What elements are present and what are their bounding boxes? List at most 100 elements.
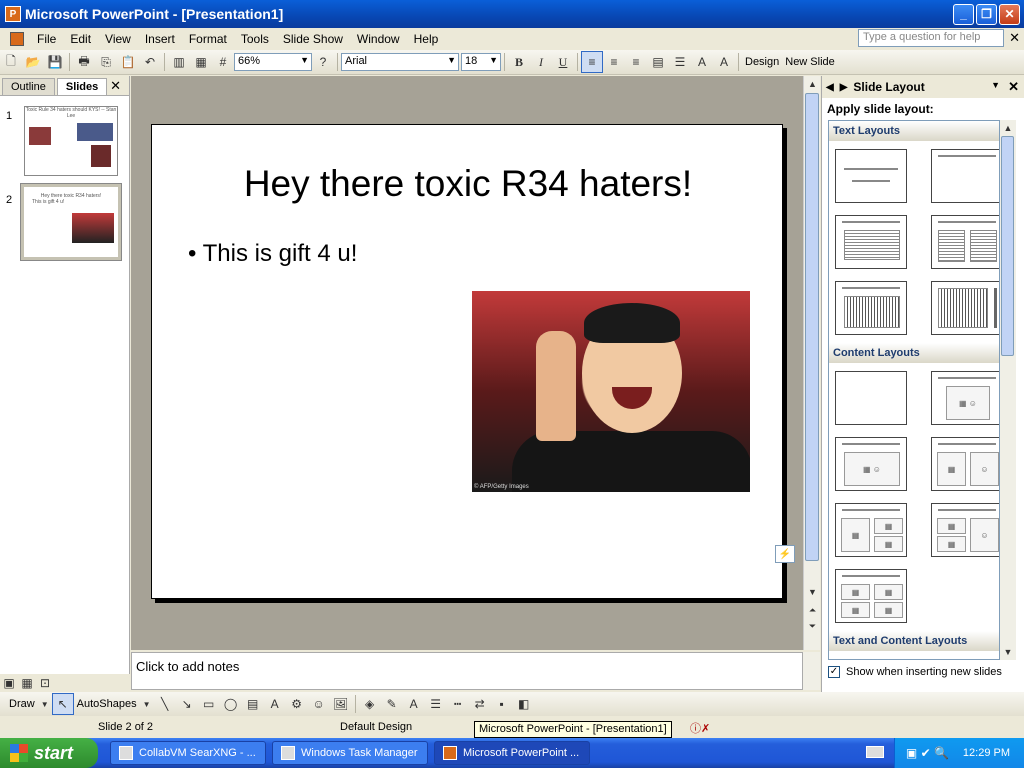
slide-canvas[interactable]: Hey there toxic R34 haters! • This is gi… xyxy=(151,124,795,599)
slide-thumbnail[interactable]: Toxic Rule 34 haters should KYS! -- Stan… xyxy=(24,106,118,176)
chevron-down-icon[interactable]: ▼ xyxy=(991,80,1000,90)
arrow-icon[interactable]: ↘ xyxy=(176,693,198,715)
save-icon[interactable]: 💾 xyxy=(44,51,66,73)
show-when-inserting-checkbox[interactable]: ✓ xyxy=(828,666,840,678)
back-icon[interactable]: ◀ xyxy=(826,82,834,93)
autoshapes-menu-button[interactable]: AutoShapes xyxy=(74,698,140,710)
new-icon[interactable]: 🗋 xyxy=(0,51,22,73)
layout-title-only[interactable] xyxy=(931,149,999,203)
chevron-down-icon[interactable]: ▼ xyxy=(38,693,52,715)
slide-image[interactable]: © AFP/Getty Images xyxy=(472,291,750,492)
layout-title-text[interactable] xyxy=(835,215,907,269)
next-slide-icon[interactable]: ⏷ xyxy=(804,618,821,634)
grid-icon[interactable]: # xyxy=(212,51,234,73)
zoom-select[interactable]: 66% ▼ xyxy=(234,53,312,71)
wordart-icon[interactable]: A xyxy=(264,693,286,715)
keyboard-icon[interactable] xyxy=(866,746,884,758)
help-search-input[interactable]: Type a question for help xyxy=(858,29,1004,47)
taskbar-item-task-manager[interactable]: Windows Task Manager xyxy=(272,741,428,765)
bullets-icon[interactable]: ☰ xyxy=(669,51,691,73)
restore-button[interactable]: ❐ xyxy=(976,3,997,25)
line-color-icon[interactable]: ✎ xyxy=(381,693,403,715)
slide-scrollbar[interactable]: ▲ ▼ ⏶ ⏷ xyxy=(803,76,820,650)
undo-icon[interactable]: ↶ xyxy=(139,51,161,73)
pane-close-icon[interactable]: ✕ xyxy=(110,78,121,94)
minimize-button[interactable]: _ xyxy=(953,3,974,25)
menu-file[interactable]: File xyxy=(30,32,63,46)
line-style-icon[interactable]: ☰ xyxy=(425,693,447,715)
close-button[interactable]: ✕ xyxy=(999,3,1020,25)
task-pane-scrollbar[interactable]: ▲ ▼ xyxy=(1000,120,1016,660)
layout-title-slide[interactable] xyxy=(835,149,907,203)
layout-title-content-two[interactable]: ▦ ▦ ▦ xyxy=(835,503,907,557)
layout-title-two-content-two[interactable]: ▦ ▦ ☺ xyxy=(931,503,999,557)
previous-slide-icon[interactable]: ⏶ xyxy=(804,602,821,618)
clip-art-icon[interactable]: ☺ xyxy=(308,693,330,715)
picture-icon[interactable]: 🖼 xyxy=(330,693,352,715)
italic-button[interactable]: I xyxy=(530,51,552,73)
document-close-icon[interactable]: ✕ xyxy=(1009,30,1020,46)
3d-icon[interactable]: ◧ xyxy=(513,693,535,715)
slide-sorter-icon[interactable]: ▦ xyxy=(18,672,36,694)
tray-icons[interactable]: ▣ ✔ 🔍 xyxy=(906,746,949,760)
layout-content[interactable]: ▦ ☺ xyxy=(931,371,999,425)
tab-outline[interactable]: Outline xyxy=(2,78,55,95)
layout-title-two-content[interactable]: ▦ ☺ xyxy=(931,437,999,491)
menu-slide-show[interactable]: Slide Show xyxy=(276,32,350,46)
taskbar-item-powerpoint[interactable]: Microsoft PowerPoint ... xyxy=(434,741,590,765)
copy-icon[interactable]: ⎘ xyxy=(95,51,117,73)
menu-edit[interactable]: Edit xyxy=(63,32,98,46)
layout-title-four-content[interactable]: ▦ ▦ ▦ ▦ xyxy=(835,569,907,623)
scroll-down-icon[interactable]: ▼ xyxy=(804,584,821,600)
underline-button[interactable]: U xyxy=(552,51,574,73)
scroll-up-icon[interactable]: ▲ xyxy=(804,76,821,92)
slide-thumbnail-selected[interactable]: Hey there toxic R34 haters! This is gift… xyxy=(20,183,122,261)
forward-icon[interactable]: ▶ xyxy=(840,82,848,93)
dash-style-icon[interactable]: ┅ xyxy=(447,693,469,715)
table-icon[interactable]: ▦ xyxy=(190,51,212,73)
show-when-inserting-option[interactable]: ✓ Show when inserting new slides xyxy=(828,666,1002,678)
design-button[interactable]: Design xyxy=(742,56,782,68)
align-center-icon[interactable]: ≡ xyxy=(603,51,625,73)
slide-show-icon[interactable]: ⊡ xyxy=(36,672,54,694)
align-left-icon[interactable]: ≡ xyxy=(581,51,603,73)
autofit-options-icon[interactable]: ⚡ xyxy=(775,545,795,563)
help-icon[interactable]: ? xyxy=(312,51,334,73)
font-color-icon[interactable]: A xyxy=(403,693,425,715)
window-title-bar[interactable]: P Microsoft PowerPoint - [Presentation1]… xyxy=(0,0,1024,28)
bold-button[interactable]: B xyxy=(508,51,530,73)
diagram-icon[interactable]: ⚙ xyxy=(286,693,308,715)
columns-icon[interactable]: ▤ xyxy=(647,51,669,73)
font-select[interactable]: Arial ▼ xyxy=(341,53,459,71)
scroll-thumb[interactable] xyxy=(1001,136,1014,356)
menu-help[interactable]: Help xyxy=(407,32,446,46)
draw-menu-button[interactable]: Draw xyxy=(6,698,38,710)
text-box-icon[interactable]: ▤ xyxy=(242,693,264,715)
tab-slides[interactable]: Slides xyxy=(56,78,108,95)
select-pointer-icon[interactable]: ↖ xyxy=(51,693,74,715)
chevron-down-icon[interactable]: ▼ xyxy=(140,693,154,715)
taskbar-item-browser[interactable]: CollabVM SearXNG - ... xyxy=(110,741,266,765)
spelling-icon[interactable]: ⓘ✗ xyxy=(690,720,710,736)
font-size-select[interactable]: 18 ▼ xyxy=(461,53,501,71)
scroll-thumb[interactable] xyxy=(805,93,819,561)
slide-title[interactable]: Hey there toxic R34 haters! xyxy=(152,163,784,205)
print-icon[interactable]: 🖶 xyxy=(73,51,95,73)
task-pane-close-icon[interactable]: ✕ xyxy=(1008,79,1019,95)
chart-icon[interactable]: ▥ xyxy=(168,51,190,73)
powerpoint-app-icon[interactable]: P xyxy=(5,6,21,22)
font-color-icon[interactable]: A xyxy=(713,51,735,73)
fill-color-icon[interactable]: ◈ xyxy=(359,693,381,715)
normal-view-icon[interactable]: ▣ xyxy=(0,672,18,694)
slide-bullet[interactable]: • This is gift 4 u! xyxy=(188,240,357,268)
layout-blank[interactable] xyxy=(835,371,907,425)
menu-tools[interactable]: Tools xyxy=(234,32,276,46)
layout-vertical-title-text[interactable] xyxy=(931,281,999,335)
line-icon[interactable]: ╲ xyxy=(154,693,176,715)
new-slide-button[interactable]: New Slide xyxy=(782,56,838,68)
paste-icon[interactable]: 📋 xyxy=(117,51,139,73)
layout-two-column-text[interactable] xyxy=(931,215,999,269)
menu-window[interactable]: Window xyxy=(350,32,407,46)
clock[interactable]: 12:29 PM xyxy=(963,747,1010,759)
align-right-icon[interactable]: ≡ xyxy=(625,51,647,73)
